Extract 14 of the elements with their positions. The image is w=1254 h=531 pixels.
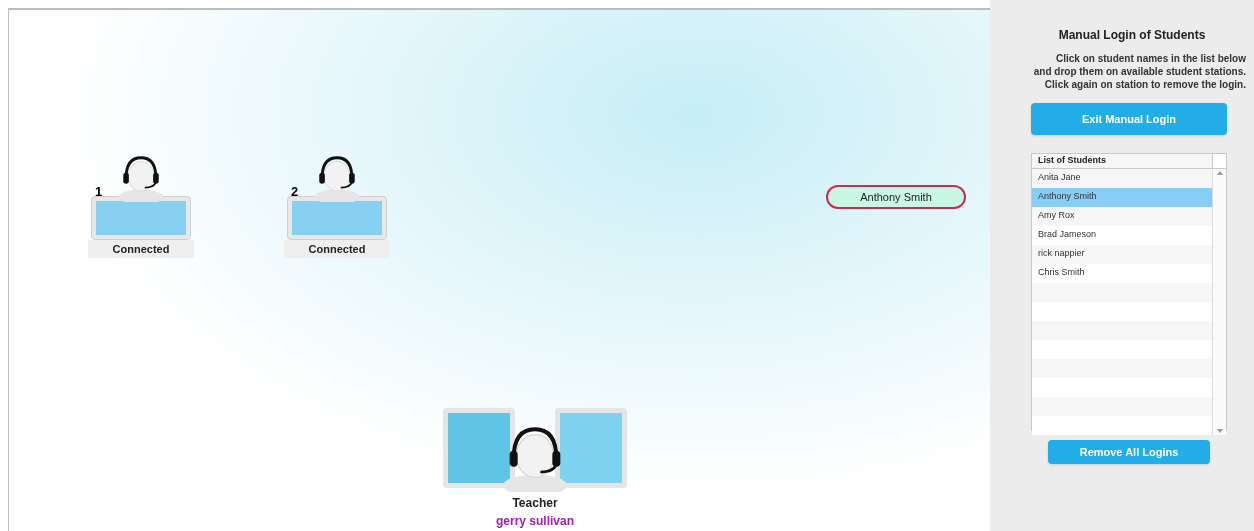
panel-title: Manual Login of Students (1058, 27, 1206, 44)
instructions-text: Click on student names in the list below and drop them on available student stations. Click again on station to remove the login. (1033, 52, 1246, 91)
station-number: 2 (291, 183, 299, 201)
station-status: Connected (88, 239, 194, 259)
teacher-name: gerry sullivan (495, 513, 574, 530)
teacher-role: Teacher (512, 495, 558, 512)
monitor-screen[interactable] (91, 195, 191, 240)
scrollbar[interactable] (1212, 168, 1226, 435)
list-header: List of Students (1032, 154, 1212, 168)
monitor-screen[interactable] (287, 195, 387, 240)
scroll-down-icon[interactable] (1215, 426, 1224, 435)
dragged-student-chip[interactable]: Anthony Smith (826, 185, 966, 209)
station-status: Connected (284, 239, 390, 259)
station-number: 1 (95, 183, 103, 201)
